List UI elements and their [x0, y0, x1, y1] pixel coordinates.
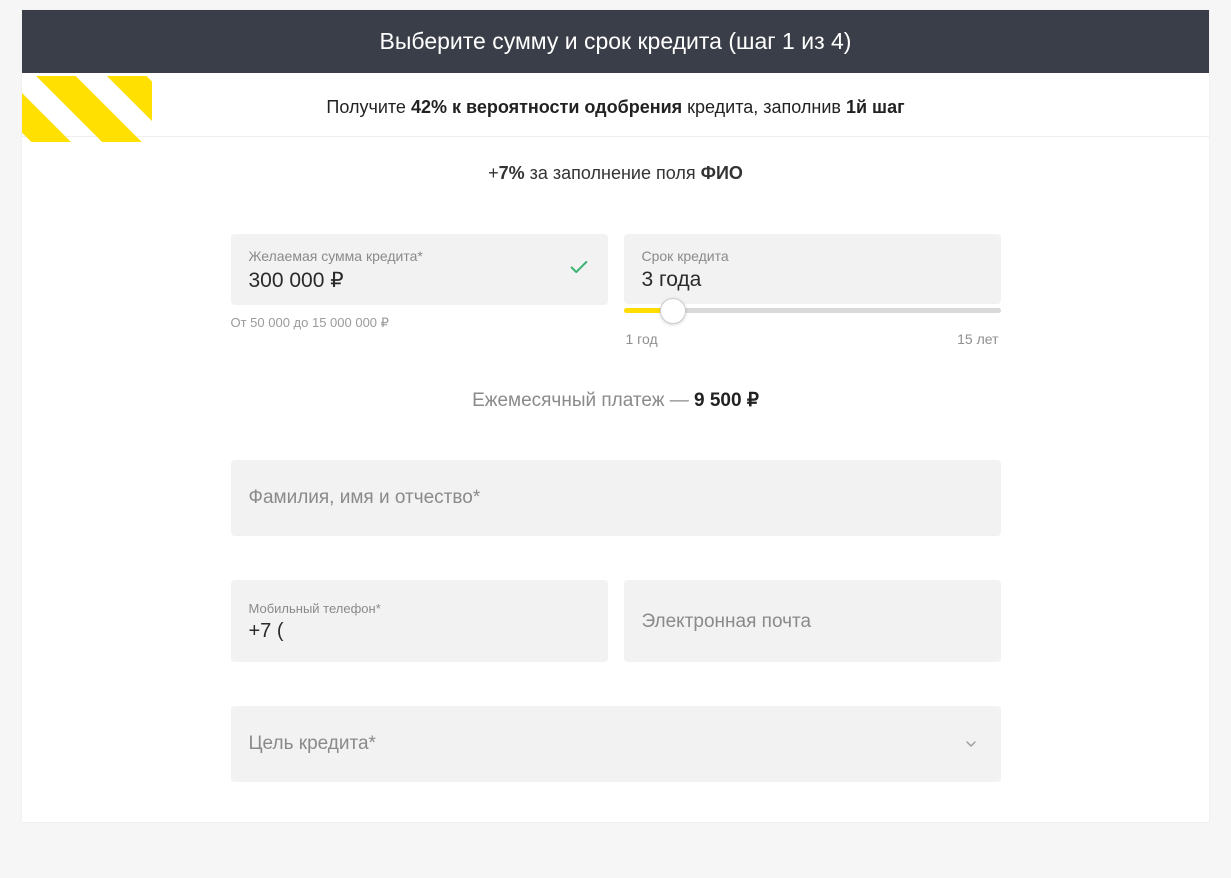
fio-placeholder: Фамилия, имя и отчество* [249, 487, 481, 509]
loan-term-label: Срок кредита [642, 248, 983, 264]
loan-amount-field[interactable]: Желаемая сумма кредита* 300 000 ₽ [231, 234, 608, 305]
term-slider[interactable] [624, 308, 1001, 313]
phone-label: Мобильный телефон* [249, 601, 590, 616]
fio-input[interactable]: Фамилия, имя и отчество* [231, 460, 1001, 536]
check-icon [568, 256, 590, 283]
bonus-plus: + [488, 163, 499, 183]
step-header: Выберите сумму и срок кредита (шаг 1 из … [22, 10, 1209, 73]
form-area: Желаемая сумма кредита* 300 000 ₽ От 50 … [231, 234, 1001, 782]
email-input[interactable]: Электронная почта [624, 580, 1001, 662]
monthly-label: Ежемесячный платеж — [472, 390, 694, 411]
bonus-percent: 7% [499, 163, 525, 183]
phone-input[interactable]: Мобильный телефон* +7 ( [231, 580, 608, 662]
step-title: Выберите сумму и срок кредита (шаг 1 из … [380, 28, 852, 54]
approval-percent: 42% к вероятности одобрения [411, 97, 682, 117]
email-placeholder: Электронная почта [642, 611, 983, 633]
chevron-down-icon [963, 736, 979, 752]
phone-value: +7 ( [249, 620, 590, 643]
bonus-field: ФИО [701, 163, 743, 183]
term-max-label: 15 лет [957, 331, 998, 347]
approval-prefix: Получите [326, 97, 411, 117]
phone-email-row: Мобильный телефон* +7 ( Электронная почт… [231, 580, 1001, 662]
term-slider-labels: 1 год 15 лет [624, 331, 1001, 347]
loan-purpose-placeholder: Цель кредита* [249, 733, 376, 755]
approval-mid: кредита, заполнив [682, 97, 846, 117]
loan-amount-value: 300 000 ₽ [249, 269, 344, 292]
decorative-stripes [22, 76, 152, 142]
bonus-text: за заполнение поля [525, 163, 701, 183]
bonus-hint: +7% за заполнение поля ФИО [22, 137, 1209, 194]
loan-term-value: 3 года [642, 268, 702, 291]
term-slider-thumb[interactable] [660, 298, 686, 324]
approval-step: 1й шаг [846, 97, 905, 117]
term-min-label: 1 год [626, 331, 658, 347]
loan-amount-label: Желаемая сумма кредита* [249, 248, 590, 264]
loan-purpose-select[interactable]: Цель кредита* [231, 706, 1001, 782]
approval-hint: Получите 42% к вероятности одобрения кре… [22, 73, 1209, 137]
loan-amount-hint: От 50 000 до 15 000 000 ₽ [231, 315, 608, 331]
loan-term-field[interactable]: Срок кредита 3 года [624, 234, 1001, 304]
monthly-value: 9 500 ₽ [694, 390, 759, 411]
monthly-payment: Ежемесячный платеж — 9 500 ₽ [231, 389, 1001, 412]
amount-term-row: Желаемая сумма кредита* 300 000 ₽ От 50 … [231, 234, 1001, 347]
